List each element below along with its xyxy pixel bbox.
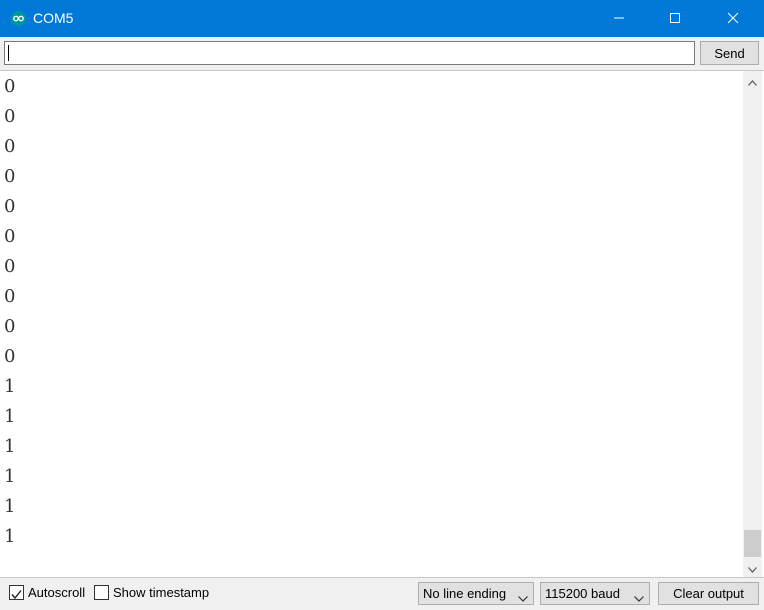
window-title: COM5	[33, 10, 74, 26]
text-caret	[8, 45, 9, 61]
close-button[interactable]	[710, 0, 756, 37]
output-line: 0	[4, 256, 16, 277]
arduino-infinity-icon	[11, 11, 26, 26]
serial-input[interactable]	[4, 41, 695, 65]
output-line: 0	[4, 316, 16, 337]
checkmark-icon	[10, 586, 23, 605]
line-ending-value: No line ending	[423, 586, 507, 601]
output-line: 1	[4, 406, 16, 427]
output-line: 0	[4, 166, 16, 187]
show-timestamp-checkbox[interactable]	[94, 585, 109, 600]
output-line: 0	[4, 76, 16, 97]
title-bar: COM5	[0, 0, 764, 37]
scroll-thumb[interactable]	[744, 530, 761, 557]
baud-rate-select[interactable]: 115200 baud	[540, 582, 650, 605]
send-button[interactable]: Send	[700, 41, 759, 65]
clear-output-button[interactable]: Clear output	[658, 582, 759, 605]
line-ending-select[interactable]: No line ending	[418, 582, 534, 605]
output-line: 0	[4, 286, 16, 307]
output-line: 1	[4, 526, 16, 547]
show-timestamp-label: Show timestamp	[113, 585, 210, 600]
baud-rate-value: 115200 baud	[545, 586, 620, 601]
autoscroll-checkbox[interactable]	[9, 585, 24, 600]
output-line: 1	[4, 436, 16, 457]
scroll-up-button[interactable]	[743, 71, 762, 90]
chevron-down-icon	[748, 558, 757, 577]
send-row: Send	[0, 37, 764, 70]
autoscroll-label: Autoscroll	[28, 585, 86, 600]
output-line: 1	[4, 376, 16, 397]
footer-bar: Autoscroll Show timestamp No line ending…	[0, 578, 764, 610]
minimize-button[interactable]	[596, 0, 642, 37]
output-line: 0	[4, 196, 16, 217]
maximize-icon	[669, 9, 681, 28]
serial-output[interactable]: 0 0 0 0 0 0 0 0 0 0 1 1 1 1 1 1	[0, 70, 764, 578]
scroll-down-button[interactable]	[743, 558, 762, 577]
output-line: 0	[4, 106, 16, 127]
vertical-scrollbar[interactable]	[743, 71, 762, 577]
chevron-down-icon	[518, 590, 528, 605]
chevron-up-icon	[748, 71, 757, 90]
output-line: 0	[4, 136, 16, 157]
close-icon	[727, 9, 739, 28]
output-line: 0	[4, 346, 16, 367]
output-line: 1	[4, 496, 16, 517]
minimize-icon	[613, 9, 625, 28]
maximize-button[interactable]	[652, 0, 698, 37]
chevron-down-icon	[634, 590, 644, 605]
output-line: 1	[4, 466, 16, 487]
output-lines: 0 0 0 0 0 0 0 0 0 0 1 1 1 1 1 1	[4, 72, 15, 552]
output-line: 0	[4, 226, 16, 247]
